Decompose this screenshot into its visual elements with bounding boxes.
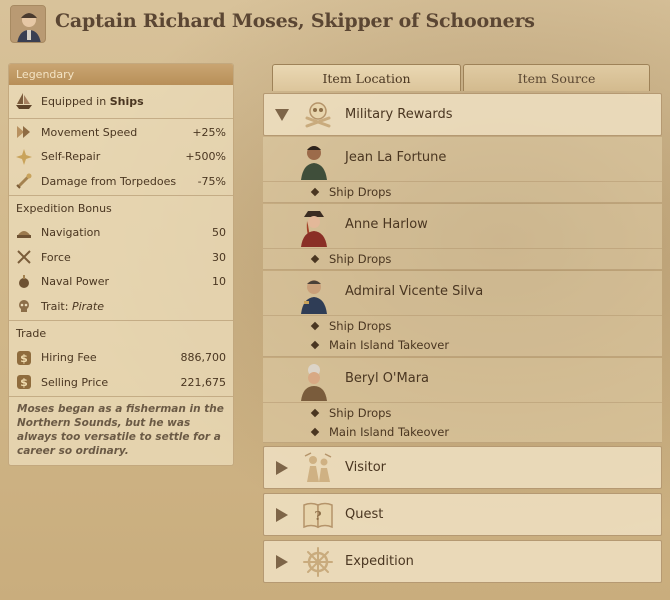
- category-quest[interactable]: ? Quest: [263, 493, 662, 536]
- trait-prefix: Trait:: [41, 299, 69, 313]
- trade-row-hiring-fee: $ Hiring Fee 886,700: [9, 346, 233, 371]
- trade-label: Hiring Fee: [41, 351, 97, 365]
- equipped-prefix: Equipped in: [41, 94, 107, 108]
- drop-source-item: Ship Drops: [263, 248, 662, 268]
- quest-book-icon: ?: [300, 497, 336, 533]
- npc-name: Jean La Fortune: [345, 150, 447, 165]
- divider: [9, 118, 233, 119]
- svg-text:$: $: [20, 376, 28, 389]
- expedition-value: 10: [212, 275, 226, 289]
- skull-icon: [15, 297, 33, 315]
- stat-value: +25%: [192, 125, 226, 139]
- drop-source-item: Ship Drops: [263, 315, 662, 335]
- stat-label: Self-Repair: [41, 150, 101, 164]
- divider: [9, 319, 233, 321]
- force-icon: [15, 248, 33, 266]
- ship-icon: [15, 92, 33, 110]
- navigation-icon: [15, 224, 33, 242]
- svg-text:?: ?: [314, 509, 321, 523]
- captain-portrait: [10, 5, 46, 43]
- coin-icon: $: [15, 349, 33, 367]
- trade-value: 221,675: [180, 375, 227, 389]
- trade-row-selling-price: $ Selling Price 221,675: [9, 370, 233, 395]
- expanded-arrow-icon: [264, 108, 300, 121]
- stat-label: Damage from Torpedoes: [41, 174, 177, 188]
- drop-source-item: Ship Drops: [263, 402, 662, 422]
- trade-title: Trade: [16, 326, 47, 340]
- item-details-panel: Legendary Equipped in Ships Movement Spe…: [8, 63, 234, 466]
- equipped-target: Ships: [109, 94, 144, 108]
- flavor-text: Moses began as a fisherman in the Northe…: [17, 402, 224, 457]
- page-title: Captain Richard Moses, Skipper of Schoon…: [55, 10, 535, 32]
- stat-row-torpedo: Damage from Torpedoes -75%: [9, 169, 233, 194]
- expedition-label: Naval Power: [41, 275, 110, 289]
- trade-label: Selling Price: [41, 375, 109, 389]
- expedition-bonus-title: Expedition Bonus: [16, 201, 112, 215]
- expedition-row-force: Force 30: [9, 245, 233, 270]
- expedition-row-naval-power: Naval Power 10: [9, 270, 233, 295]
- trait-row: Trait: Pirate: [9, 294, 233, 319]
- svg-text:$: $: [20, 352, 28, 365]
- skull-crossbones-icon: [300, 97, 336, 133]
- expedition-label: Force: [41, 250, 71, 264]
- coin-icon: $: [15, 373, 33, 391]
- npc-entry-jean-la-fortune: Jean La Fortune Ship Drops: [263, 137, 662, 203]
- tab-item-location[interactable]: Item Location: [272, 64, 461, 91]
- npc-entry-admiral-vicente-silva: Admiral Vicente Silva Ship Drops Main Is…: [263, 271, 662, 357]
- npc-name: Admiral Vicente Silva: [345, 284, 484, 299]
- drop-source-item: Ship Drops: [263, 181, 662, 201]
- ship-wheel-icon: [300, 544, 336, 580]
- expedition-label: Navigation: [41, 226, 101, 240]
- collapsed-arrow-icon: [264, 460, 300, 475]
- category-expedition[interactable]: Expedition: [263, 540, 662, 583]
- divider: [9, 194, 233, 196]
- category-visitor[interactable]: Visitor: [263, 446, 662, 489]
- npc-entry-anne-harlow: Anne Harlow Ship Drops: [263, 204, 662, 270]
- trait-value: Pirate: [71, 299, 104, 313]
- npc-portrait: [298, 361, 330, 401]
- trade-value: 886,700: [180, 351, 227, 365]
- equipped-row: Equipped in Ships: [9, 85, 233, 117]
- category-label: Military Rewards: [345, 107, 453, 122]
- category-label: Expedition: [345, 554, 414, 569]
- drop-source-item: Main Island Takeover: [263, 335, 662, 355]
- category-label: Visitor: [345, 460, 386, 475]
- stat-label: Movement Speed: [41, 125, 138, 139]
- expedition-value: 30: [212, 250, 226, 264]
- npc-portrait: [298, 140, 330, 180]
- torpedo-icon: [15, 172, 33, 190]
- category-military-rewards[interactable]: Military Rewards: [263, 93, 662, 136]
- collapsed-arrow-icon: [264, 507, 300, 522]
- stat-value: -75%: [197, 174, 226, 188]
- speed-icon: [15, 123, 33, 141]
- stat-row-self-repair: Self-Repair +500%: [9, 145, 233, 170]
- header: Captain Richard Moses, Skipper of Schoon…: [0, 0, 670, 50]
- visitor-icon: [300, 450, 336, 486]
- npc-portrait: [298, 274, 330, 314]
- expedition-value: 50: [212, 226, 226, 240]
- repair-sparkle-icon: [15, 148, 33, 166]
- tab-item-source[interactable]: Item Source: [463, 64, 650, 91]
- npc-portrait: [298, 207, 330, 247]
- stat-value: +500%: [185, 150, 226, 164]
- expedition-row-navigation: Navigation 50: [9, 221, 233, 246]
- naval-power-icon: [15, 273, 33, 291]
- stat-row-movement: Movement Speed +25%: [9, 120, 233, 145]
- category-label: Quest: [345, 507, 384, 522]
- divider: [9, 395, 233, 397]
- rarity-header: Legendary: [9, 64, 233, 85]
- npc-name: Anne Harlow: [345, 217, 428, 232]
- drop-source-item: Main Island Takeover: [263, 422, 662, 442]
- npc-name: Beryl O'Mara: [345, 371, 429, 386]
- collapsed-arrow-icon: [264, 554, 300, 569]
- npc-entry-beryl-omara: Beryl O'Mara Ship Drops Main Island Take…: [263, 358, 662, 443]
